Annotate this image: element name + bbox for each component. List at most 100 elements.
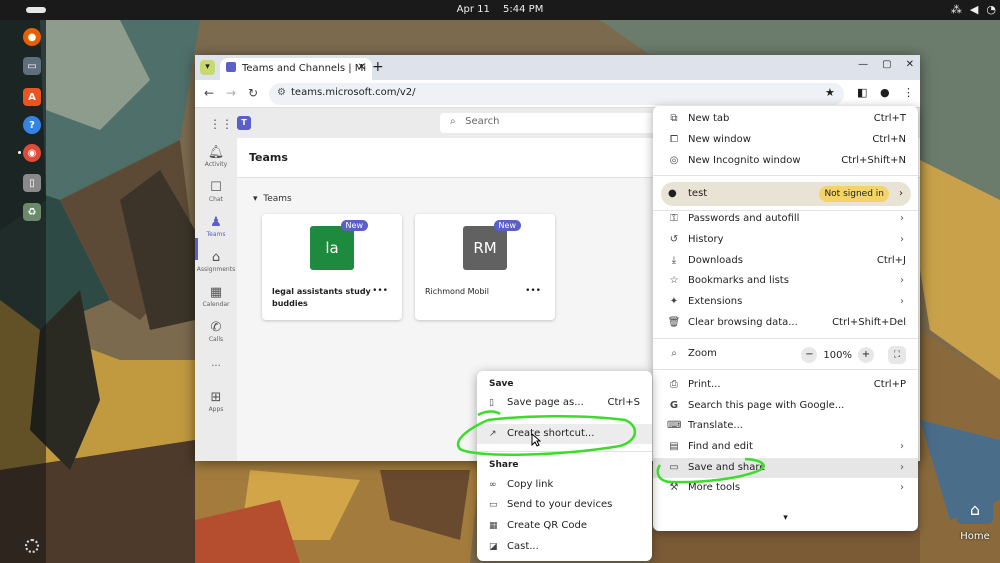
close-tab-icon[interactable]: ✕ bbox=[358, 62, 366, 73]
reload-icon[interactable]: ↻ bbox=[248, 86, 258, 100]
menu-item-more-tools[interactable]: ⚒ More tools › bbox=[653, 478, 918, 498]
new-badge: New bbox=[493, 220, 521, 231]
rail-item-more[interactable]: ... bbox=[195, 358, 237, 369]
new-badge: New bbox=[340, 220, 368, 231]
bookmark-star-icon[interactable]: ★ bbox=[825, 86, 835, 99]
printer-icon: ⎙ bbox=[670, 379, 678, 390]
teams-section-toggle[interactable]: ▾ Teams bbox=[253, 194, 292, 204]
menu-item-passwords[interactable]: ⚿ Passwords and autofill › bbox=[653, 209, 918, 229]
show-apps-icon[interactable] bbox=[25, 539, 39, 553]
submenu-item-create-shortcut[interactable]: ↗ Create shortcut... bbox=[477, 424, 652, 444]
power-icon: ◔ bbox=[986, 3, 996, 16]
menu-item-downloads[interactable]: ⤓ Downloads Ctrl+J bbox=[653, 251, 918, 271]
submenu-item-send-devices[interactable]: ▭ Send to your devices bbox=[477, 495, 652, 515]
shortcut-icon: ↗ bbox=[489, 429, 497, 439]
chrome-menu-icon[interactable]: ⋮ bbox=[903, 86, 914, 99]
team-avatar: la bbox=[310, 226, 354, 270]
menu-item-find-edit[interactable]: ▤ Find and edit › bbox=[653, 437, 918, 457]
menu-item-profile[interactable]: ● test Not signed in › bbox=[661, 182, 911, 206]
zoom-out-button[interactable]: − bbox=[801, 347, 818, 363]
menu-scroll-more[interactable]: ▾ bbox=[653, 513, 918, 523]
zoom-controls: − 100% + ⛶ bbox=[801, 346, 906, 364]
rail-item-activity[interactable]: 🔔︎ Activity bbox=[195, 145, 237, 168]
submenu-item-save-page[interactable]: ▯ Save page as... Ctrl+S bbox=[477, 393, 652, 413]
menu-item-bookmarks[interactable]: ☆ Bookmarks and lists › bbox=[653, 271, 918, 291]
save-share-submenu: Save ▯ Save page as... Ctrl+S ↗ Create shor… bbox=[477, 371, 652, 561]
tab-search-button[interactable]: ▾ bbox=[200, 60, 215, 75]
link-icon: ∞ bbox=[489, 480, 497, 490]
forward-icon[interactable]: → bbox=[226, 86, 236, 100]
teams-search-input[interactable]: ⌕ Search bbox=[440, 113, 660, 133]
close-window-icon[interactable]: ✕ bbox=[906, 59, 914, 70]
clock[interactable]: Apr 11 5:44 PM bbox=[0, 4, 1000, 15]
url-text: teams.microsoft.com/v2/ bbox=[291, 87, 416, 98]
home-folder-icon[interactable]: ⌂ bbox=[957, 494, 993, 524]
chevron-right-icon: › bbox=[900, 234, 904, 245]
rail-item-chat[interactable]: ☐ Chat bbox=[195, 180, 237, 203]
rail-item-assignments[interactable]: ⌂ Assignments bbox=[195, 250, 237, 273]
rail-item-calls[interactable]: ✆ Calls bbox=[195, 320, 237, 343]
team-name: legal assistants study buddies bbox=[272, 287, 371, 308]
team-more-options-icon[interactable]: ••• bbox=[525, 286, 541, 296]
team-card[interactable]: RM New Richmond Mobil ••• bbox=[415, 214, 555, 320]
chevron-right-icon: › bbox=[900, 213, 904, 224]
submenu-item-copy-link[interactable]: ∞ Copy link bbox=[477, 475, 652, 495]
firefox-icon[interactable]: ● bbox=[23, 28, 41, 46]
cast-icon: ◪ bbox=[489, 542, 498, 552]
mouse-cursor-icon bbox=[531, 433, 541, 447]
menu-item-search-google[interactable]: G Search this page with Google... bbox=[653, 396, 918, 416]
new-tab-icon: ⧉ bbox=[670, 113, 678, 124]
rail-item-teams[interactable]: ♟ Teams bbox=[195, 215, 237, 238]
menu-divider bbox=[653, 175, 918, 176]
side-panel-icon[interactable]: ◧ bbox=[857, 86, 867, 99]
address-bar[interactable]: ⚙ teams.microsoft.com/v2/ bbox=[269, 83, 844, 105]
site-info-icon[interactable]: ⚙ bbox=[277, 87, 286, 98]
new-window-icon: ⧠ bbox=[670, 134, 678, 145]
menu-item-history[interactable]: ↺ History › bbox=[653, 230, 918, 250]
zoom-in-button[interactable]: + bbox=[858, 347, 874, 363]
rail-item-calendar[interactable]: ▦ Calendar bbox=[195, 285, 237, 308]
system-tray[interactable]: ⁂ ◀ ◔ bbox=[951, 3, 996, 16]
team-more-options-icon[interactable]: ••• bbox=[372, 286, 388, 296]
menu-item-new-incognito[interactable]: ◎ New Incognito window Ctrl+Shift+N bbox=[653, 151, 918, 171]
trash-icon[interactable]: ♻ bbox=[23, 203, 41, 221]
apps-icon: ⊞ bbox=[210, 390, 222, 405]
back-icon[interactable]: ← bbox=[204, 86, 214, 100]
new-tab-button[interactable]: + bbox=[372, 59, 384, 75]
file-icon: ▯ bbox=[489, 398, 494, 408]
chrome-main-menu: ⧉ New tab Ctrl+T ⧠ New window Ctrl+N ◎ New In… bbox=[653, 106, 918, 531]
menu-item-print[interactable]: ⎙ Print... Ctrl+P bbox=[653, 375, 918, 395]
chevron-right-icon: › bbox=[900, 441, 904, 452]
menu-item-new-window[interactable]: ⧠ New window Ctrl+N bbox=[653, 130, 918, 150]
chevron-right-icon: › bbox=[900, 275, 904, 286]
menu-item-translate[interactable]: ⌨ Translate... bbox=[653, 416, 918, 436]
fullscreen-icon[interactable]: ⛶ bbox=[888, 346, 906, 364]
minimize-icon[interactable]: — bbox=[858, 59, 868, 70]
chat-icon: ☐ bbox=[210, 180, 222, 195]
menu-item-new-tab[interactable]: ⧉ New tab Ctrl+T bbox=[653, 109, 918, 129]
sign-in-status-badge: Not signed in bbox=[819, 186, 889, 202]
chrome-icon[interactable]: ◉ bbox=[23, 144, 41, 162]
menu-item-extensions[interactable]: ✦ Extensions › bbox=[653, 292, 918, 312]
google-icon: G bbox=[669, 400, 679, 411]
menu-item-save-share[interactable]: ▭ Save and share › bbox=[653, 458, 918, 478]
app-launcher-icon[interactable]: ⋮⋮ bbox=[209, 117, 233, 131]
submenu-item-cast[interactable]: ◪ Cast... bbox=[477, 537, 652, 557]
menu-item-clear-data[interactable]: 🗑︎ Clear browsing data... Ctrl+Shift+Del bbox=[653, 313, 918, 333]
tab-teams[interactable]: Teams and Channels | Mi ✕ bbox=[220, 58, 372, 80]
profile-icon[interactable]: ● bbox=[880, 86, 890, 99]
rail-item-apps[interactable]: ⊞ Apps bbox=[195, 390, 237, 413]
disk-icon[interactable]: ▯ bbox=[23, 174, 41, 192]
maximize-icon[interactable]: ▢ bbox=[882, 59, 891, 70]
person-icon: ● bbox=[668, 188, 677, 199]
files-icon[interactable]: ▭ bbox=[23, 57, 41, 75]
assignments-icon: ⌂ bbox=[211, 250, 221, 265]
clock-date: Apr 11 bbox=[456, 4, 490, 15]
search-placeholder: Search bbox=[465, 116, 500, 127]
software-center-icon[interactable]: A bbox=[23, 88, 41, 106]
help-icon[interactable]: ? bbox=[23, 116, 41, 134]
find-icon: ▤ bbox=[669, 441, 679, 452]
submenu-item-qr-code[interactable]: ▦ Create QR Code bbox=[477, 516, 652, 536]
team-card[interactable]: la New legal assistants study buddies ••… bbox=[262, 214, 402, 320]
history-icon: ↺ bbox=[669, 234, 679, 245]
